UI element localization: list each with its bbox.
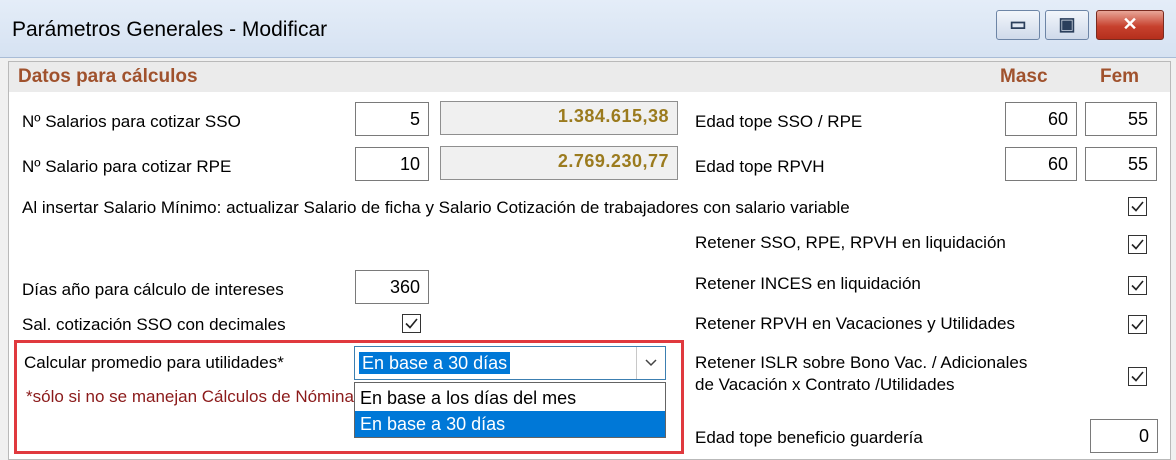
sal-decimales-label: Sal. cotización SSO con decimales: [22, 315, 286, 334]
retener-inces-label: Retener INCES en liquidación: [695, 274, 921, 293]
maximize-button[interactable]: ▣: [1045, 10, 1089, 40]
checkmark-icon: [1131, 201, 1144, 212]
edad-guarderia-label: Edad tope beneficio guardería: [695, 428, 923, 447]
promedio-combobox[interactable]: En base a 30 días: [354, 346, 666, 380]
dias-anio-label: Días año para cálculo de intereses: [22, 280, 284, 299]
dropdown-option[interactable]: En base a los días del mes: [355, 385, 665, 411]
dias-anio-input[interactable]: 360: [355, 270, 429, 304]
edad-tope-sso-masc-input[interactable]: 60: [1005, 102, 1077, 136]
retener-inces-checkbox[interactable]: [1128, 276, 1147, 295]
sal-decimales-checkbox[interactable]: [402, 314, 421, 333]
edad-tope-rpvh-masc-input[interactable]: 60: [1005, 147, 1077, 181]
edad-tope-sso-label: Edad tope SSO / RPE: [695, 112, 863, 131]
minimize-button[interactable]: ▭: [996, 10, 1040, 40]
chevron-down-icon: [645, 359, 657, 367]
salario-minimo-checkbox[interactable]: [1128, 197, 1147, 216]
salario-minimo-label: Al insertar Salario Mínimo: actualizar S…: [22, 198, 850, 217]
edad-tope-rpvh-fem-input[interactable]: 55: [1085, 147, 1157, 181]
salario-rpe-input[interactable]: 10: [355, 147, 429, 181]
checkmark-icon: [1131, 280, 1144, 291]
blank-area: [14, 229, 466, 267]
salario-rpe-label: Nº Salario para cotizar RPE: [22, 157, 232, 176]
combobox-selected-value: En base a 30 días: [359, 352, 511, 374]
salario-rpe-amount: 2.769.230,77: [440, 146, 678, 180]
retener-sso-checkbox[interactable]: [1128, 235, 1147, 254]
section-title: Datos para cálculos: [18, 66, 198, 87]
checkmark-icon: [1131, 239, 1144, 250]
salarios-sso-amount: 1.384.615,38: [440, 101, 678, 135]
maximize-icon: ▣: [1058, 14, 1076, 34]
edad-guarderia-input[interactable]: 0: [1090, 419, 1158, 453]
retener-rpvh-checkbox[interactable]: [1128, 315, 1147, 334]
promedio-note: *sólo si no se manejan Cálculos de Nómin…: [26, 387, 354, 406]
column-header-fem: Fem: [1100, 66, 1140, 87]
title-bar: Parámetros Generales - Modificar ▭ ▣ ✕: [0, 0, 1176, 58]
close-button[interactable]: ✕: [1096, 10, 1164, 40]
dropdown-option-selected[interactable]: En base a 30 días: [355, 411, 665, 437]
retener-rpvh-label: Retener RPVH en Vacaciones y Utilidades: [695, 314, 1016, 333]
window-title: Parámetros Generales - Modificar: [12, 18, 328, 41]
promedio-dropdown-list: En base a los días del mes En base a 30 …: [354, 382, 666, 438]
retener-sso-label: Retener SSO, RPE, RPVH en liquidación: [695, 233, 1006, 252]
checkmark-icon: [405, 318, 418, 329]
promedio-label: Calcular promedio para utilidades*: [24, 353, 284, 372]
checkmark-icon: [1131, 371, 1144, 382]
checkmark-icon: [1131, 319, 1144, 330]
salarios-sso-label: Nº Salarios para cotizar SSO: [22, 112, 241, 131]
retener-islr-label-line2: de Vacación x Contrato /Utilidades: [695, 375, 955, 394]
salarios-sso-input[interactable]: 5: [355, 102, 429, 136]
retener-islr-label-line1: Retener ISLR sobre Bono Vac. / Adicional…: [695, 353, 1028, 372]
retener-islr-checkbox[interactable]: [1128, 367, 1147, 386]
column-header-masc: Masc: [1000, 66, 1048, 87]
minimize-icon: ▭: [1009, 14, 1027, 34]
combobox-dropdown-button[interactable]: [636, 347, 665, 379]
edad-tope-rpvh-label: Edad tope RPVH: [695, 157, 825, 176]
edad-tope-sso-fem-input[interactable]: 55: [1085, 102, 1157, 136]
close-icon: ✕: [1122, 14, 1138, 34]
